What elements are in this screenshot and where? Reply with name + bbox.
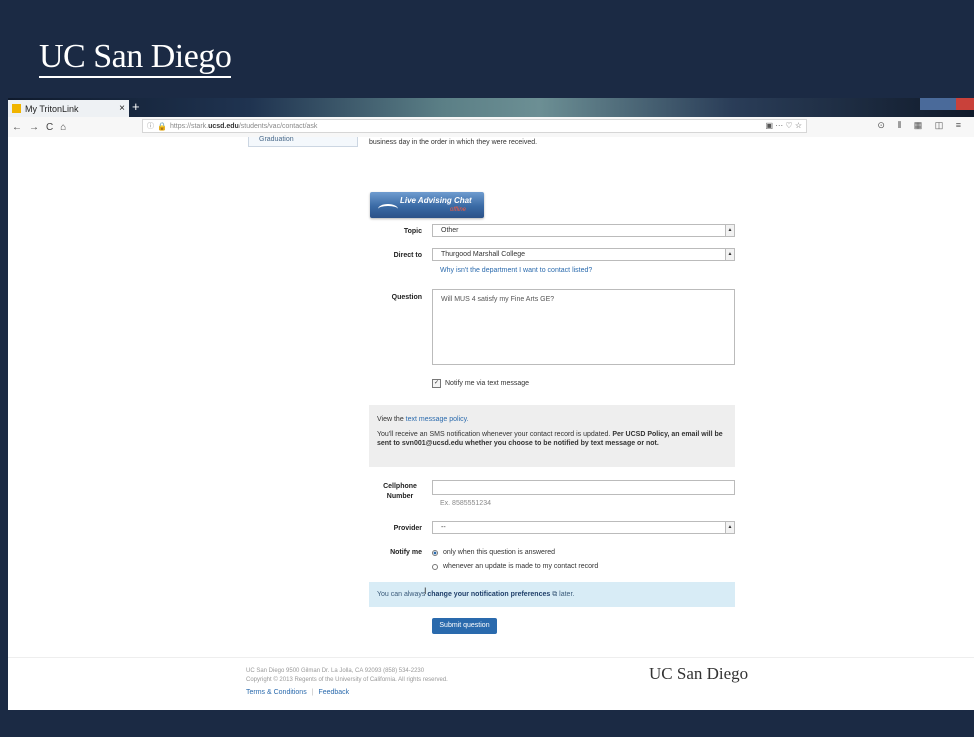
notify-text-row[interactable]: ✓ Notify me via text message xyxy=(432,379,529,388)
chevron-down-icon: ▲ xyxy=(725,522,734,533)
text-message-policy-link[interactable]: text message policy. xyxy=(406,416,469,423)
notify-text-label: Notify me via text message xyxy=(445,380,530,387)
navigation-bar: ← → C ⌂ ⓘ 🔒 https://stark. ucsd.edu/stude… xyxy=(8,117,974,138)
radio-answered[interactable] xyxy=(432,549,438,556)
sms-policy-prefix: View the xyxy=(377,416,406,423)
new-tab-icon[interactable]: + xyxy=(132,99,140,114)
minimize-button[interactable] xyxy=(920,98,938,110)
pref-suffix: later. xyxy=(557,591,575,598)
cellphone-label-line2: Number xyxy=(386,493,414,500)
notify-me-label: Notify me xyxy=(390,549,422,556)
notify-option-answered[interactable]: only when this question is answered xyxy=(432,549,555,556)
chevron-down-icon: ▲ xyxy=(725,249,734,260)
terms-link[interactable]: Terms & Conditions xyxy=(246,689,307,696)
reload-icon[interactable]: C xyxy=(46,122,53,133)
url-domain: ucsd.edu xyxy=(208,122,239,130)
notify-text-checkbox[interactable]: ✓ xyxy=(432,379,441,388)
topic-select[interactable]: Other ▲ xyxy=(432,224,735,237)
direct-to-select[interactable]: Thurgood Marshall College ▲ xyxy=(432,248,735,261)
maximize-button[interactable] xyxy=(938,98,956,110)
slide-header: UC San Diego xyxy=(0,0,974,98)
url-actions-icons[interactable]: ▣ ··· ♡ ☆ xyxy=(765,121,802,130)
headset-icon xyxy=(378,204,398,214)
intro-text: business day in the order in which they … xyxy=(369,139,538,146)
browser-window: My TritonLink × + ← → C ⌂ ⓘ 🔒 https://st… xyxy=(8,98,974,710)
footer-address-block: UC San Diego 9500 Gilman Dr. La Jolla, C… xyxy=(246,667,448,685)
notification-preferences-link[interactable]: change your notification preferences xyxy=(427,591,550,598)
toolbar-icons[interactable]: ⊙ ⫴ ▦ ◫ ≡ xyxy=(877,120,966,131)
url-path: /students/vac/contact/ask xyxy=(238,122,318,130)
live-advising-chat-badge[interactable]: Live Advising Chat offline xyxy=(370,192,484,218)
tab-title: My TritonLink xyxy=(25,103,79,114)
direct-to-label: Direct to xyxy=(393,252,422,259)
feedback-link[interactable]: Feedback xyxy=(318,689,349,696)
topic-value: Other xyxy=(441,227,459,234)
ucsd-logo: UC San Diego xyxy=(39,38,232,78)
home-icon[interactable]: ⌂ xyxy=(60,122,66,133)
footer-separator: | xyxy=(311,689,314,696)
notify-option-answered-label: only when this question is answered xyxy=(443,549,556,556)
sidebar-item-graduation[interactable]: Graduation xyxy=(248,136,358,147)
sms-info-box: View the text message policy. You'll rec… xyxy=(369,405,735,467)
chat-title: Live Advising Chat xyxy=(400,196,472,205)
direct-to-value: Thurgood Marshall College xyxy=(441,251,526,258)
text-cursor-icon: I xyxy=(424,586,427,596)
question-textarea[interactable]: Will MUS 4 satisfy my Fine Arts GE? xyxy=(432,289,735,365)
submit-question-button[interactable]: Submit question xyxy=(432,618,497,634)
footer: UC San Diego 9500 Gilman Dr. La Jolla, C… xyxy=(8,657,974,710)
slide-footer-band xyxy=(0,710,974,737)
chat-status: offline xyxy=(450,207,467,213)
window-controls xyxy=(920,98,974,110)
footer-address: UC San Diego 9500 Gilman Dr. La Jolla, C… xyxy=(246,668,425,674)
close-window-button[interactable] xyxy=(956,98,974,110)
cellphone-input[interactable] xyxy=(432,480,735,495)
cellphone-label-line1: Cellphone xyxy=(383,483,417,490)
notify-option-update[interactable]: whenever an update is made to my contact… xyxy=(432,563,598,570)
footer-copyright: Copyright © 2013 Regents of the Universi… xyxy=(246,677,448,683)
forward-icon[interactable]: → xyxy=(29,122,39,133)
provider-value: -- xyxy=(441,524,446,531)
cellphone-label: Cellphone Number xyxy=(378,482,422,502)
radio-update[interactable] xyxy=(432,563,438,570)
provider-label: Provider xyxy=(393,525,422,532)
cellphone-hint: Ex. 8585551234 xyxy=(440,500,491,507)
lock-icon: 🔒 xyxy=(157,121,167,131)
tab-close-icon[interactable]: × xyxy=(119,103,125,114)
tritonlink-favicon-icon xyxy=(12,104,21,113)
url-prefix: https://stark. xyxy=(169,122,209,130)
pref-prefix: You can always xyxy=(377,591,428,598)
browser-tab[interactable]: My TritonLink × xyxy=(8,100,129,117)
question-label: Question xyxy=(391,294,422,301)
department-help-link[interactable]: Why isn't the department I want to conta… xyxy=(440,267,592,274)
sms-info-text: You'll receive an SMS notification whene… xyxy=(377,431,613,438)
page-content: Graduation business day in the order in … xyxy=(8,136,974,710)
info-icon: ⓘ xyxy=(147,123,154,130)
notify-option-update-label: whenever an update is made to my contact… xyxy=(443,563,599,570)
address-bar[interactable]: ⓘ 🔒 https://stark. ucsd.edu/students/vac/… xyxy=(142,119,807,133)
footer-ucsd-logo: UC San Diego xyxy=(649,664,749,683)
chevron-down-icon: ▲ xyxy=(725,225,734,236)
back-icon[interactable]: ← xyxy=(12,122,22,133)
footer-links: Terms & Conditions | Feedback xyxy=(246,689,349,696)
topic-label: Topic xyxy=(403,228,422,235)
tab-bar: My TritonLink × + xyxy=(8,98,974,117)
provider-select[interactable]: -- ▲ xyxy=(432,521,735,534)
